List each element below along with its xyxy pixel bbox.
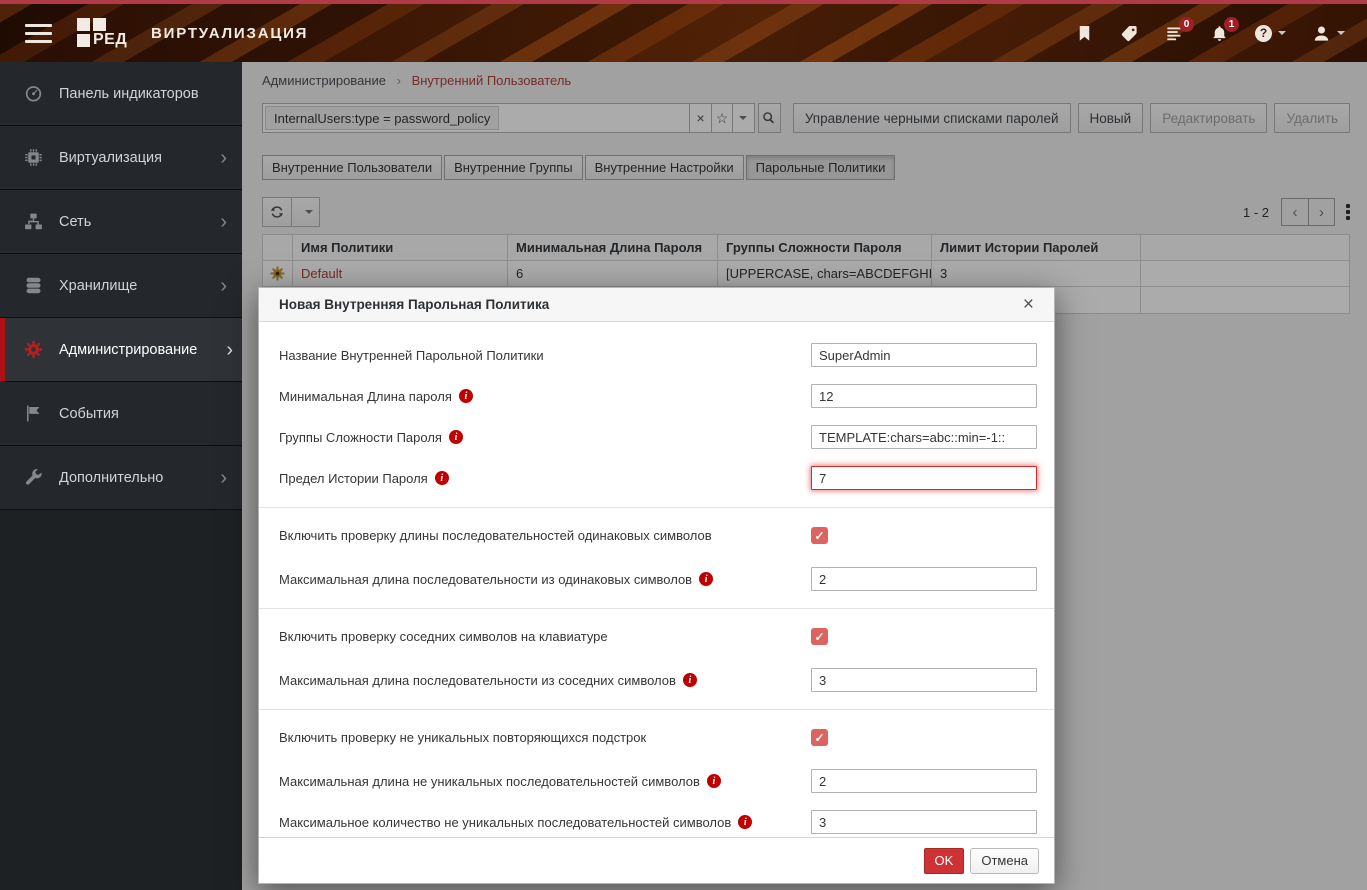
field-min-length: Минимальная Длина пароля i xyxy=(279,384,1037,408)
sidebar-item-label: Виртуализация xyxy=(59,149,163,166)
chevron-right-icon: › xyxy=(220,274,227,297)
info-icon: i xyxy=(434,471,449,485)
field-label: Включить проверку не уникальных повторяю… xyxy=(279,730,647,745)
info-icon: i xyxy=(738,815,753,829)
field-max-nonunique-count: Максимальное количество не уникальных по… xyxy=(279,810,1037,834)
gear-icon xyxy=(23,339,44,360)
max-nonunique-count-input[interactable] xyxy=(811,810,1037,834)
field-label: Максимальная длина последовательности из… xyxy=(279,571,693,587)
field-max-same-char-seq: Максимальная длина последовательности из… xyxy=(279,567,1037,591)
sidebar-item-dashboard[interactable]: Панель индикаторов xyxy=(0,62,242,126)
info-icon: i xyxy=(682,673,697,687)
alerts-badge: 1 xyxy=(1224,16,1239,32)
max-nonunique-length-input[interactable] xyxy=(811,769,1037,793)
substring-checkbox[interactable]: ✓ xyxy=(811,729,828,746)
cancel-button[interactable]: Отмена xyxy=(970,847,1039,874)
dialog-footer: OK Отмена xyxy=(259,837,1054,883)
close-icon[interactable]: × xyxy=(1023,295,1034,314)
dashboard-icon xyxy=(23,83,44,104)
field-label: Группы Сложности Пароля xyxy=(279,429,442,445)
policy-name-input[interactable] xyxy=(811,343,1037,367)
info-icon: i xyxy=(706,774,721,788)
complexity-groups-input[interactable] xyxy=(811,425,1037,449)
field-policy-name: Название Внутренней Парольной Политики xyxy=(279,343,1037,367)
network-icon xyxy=(23,211,44,232)
masthead: РЕД ВИРТУАЛИЗАЦИЯ 0 1 ? xyxy=(0,4,1367,62)
field-label: Включить проверку длины последовательнос… xyxy=(279,528,712,543)
field-history-limit: Предел Истории Пароля i xyxy=(279,466,1037,490)
max-adjacent-input[interactable] xyxy=(811,668,1037,692)
field-label: Предел Истории Пароля xyxy=(279,470,428,486)
dialog-header: Новая Внутренняя Парольная Политика × xyxy=(259,288,1054,322)
chevron-right-icon: › xyxy=(220,466,227,489)
adjacent-chars-checkbox[interactable]: ✓ xyxy=(811,628,828,645)
sidebar-item-administration[interactable]: Администрирование › xyxy=(0,318,242,382)
sidebar: Панель индикаторов Виртуализация › Сеть … xyxy=(0,62,242,890)
sidebar-item-label: Панель индикаторов xyxy=(59,85,199,102)
history-limit-input[interactable] xyxy=(811,466,1037,490)
sidebar-item-events[interactable]: События xyxy=(0,382,242,446)
info-icon: i xyxy=(699,572,714,586)
info-icon: i xyxy=(448,430,463,444)
bookmark-icon[interactable] xyxy=(1075,24,1094,43)
section-divider xyxy=(259,507,1054,508)
dialog-title: Новая Внутренняя Парольная Политика xyxy=(279,297,550,312)
chevron-right-icon: › xyxy=(220,210,227,233)
field-label: Включить проверку соседних символов на к… xyxy=(279,629,608,644)
field-label: Максимальная длина последовательности из… xyxy=(279,672,676,688)
field-label: Максимальная длина не уникальных последо… xyxy=(279,773,700,789)
sidebar-item-virtualization[interactable]: Виртуализация › xyxy=(0,126,242,190)
field-max-nonunique-length: Максимальная длина не уникальных последо… xyxy=(279,769,1037,793)
wrench-icon xyxy=(23,467,44,488)
sidebar-item-label: Дополнительно xyxy=(59,469,164,486)
storage-icon xyxy=(23,275,44,296)
alerts-bell-icon[interactable]: 1 xyxy=(1210,16,1239,43)
brand-logo: РЕД xyxy=(77,18,135,48)
flag-icon xyxy=(23,403,44,424)
field-enable-same-char-check: Включить проверку длины последовательнос… xyxy=(279,527,1034,544)
tasks-badge: 0 xyxy=(1179,16,1194,32)
sidebar-item-storage[interactable]: Хранилище › xyxy=(0,254,242,318)
field-complexity-groups: Группы Сложности Пароля i xyxy=(279,425,1037,449)
new-password-policy-dialog: Новая Внутренняя Парольная Политика × На… xyxy=(258,287,1055,884)
sidebar-item-advanced[interactable]: Дополнительно › xyxy=(0,446,242,510)
sidebar-item-label: Сеть xyxy=(59,213,92,230)
field-enable-adjacent-check: Включить проверку соседних символов на к… xyxy=(279,628,1034,645)
tags-icon[interactable] xyxy=(1120,24,1139,43)
dialog-body: Название Внутренней Парольной Политики М… xyxy=(259,322,1054,837)
chevron-down-icon xyxy=(1337,31,1345,35)
help-icon: ? xyxy=(1255,24,1272,42)
sidebar-item-label: События xyxy=(59,405,119,422)
section-divider xyxy=(259,709,1054,710)
menu-toggle-icon[interactable] xyxy=(25,19,52,48)
sidebar-item-network[interactable]: Сеть › xyxy=(0,190,242,254)
min-length-input[interactable] xyxy=(811,384,1037,408)
field-max-adjacent-seq: Максимальная длина последовательности из… xyxy=(279,668,1037,692)
ok-button[interactable]: OK xyxy=(923,847,965,874)
application-window: РЕД ВИРТУАЛИЗАЦИЯ 0 1 ? Панель индикатор… xyxy=(0,0,1367,890)
sidebar-item-label: Хранилище xyxy=(59,277,138,294)
same-char-checkbox[interactable]: ✓ xyxy=(811,527,828,544)
field-label: Название Внутренней Парольной Политики xyxy=(279,347,544,363)
user-menu[interactable] xyxy=(1312,24,1345,43)
info-icon: i xyxy=(458,389,473,403)
max-same-char-input[interactable] xyxy=(811,567,1037,591)
sidebar-item-label: Администрирование xyxy=(59,341,198,358)
brand-logo-text: РЕД xyxy=(93,31,128,48)
chevron-down-icon xyxy=(1278,31,1286,35)
section-divider xyxy=(259,608,1054,609)
product-name: ВИРТУАЛИЗАЦИЯ xyxy=(151,24,309,42)
chevron-right-icon: › xyxy=(220,146,227,169)
field-label: Максимальное количество не уникальных по… xyxy=(279,814,732,830)
virtualization-icon xyxy=(23,147,44,168)
tasks-icon[interactable]: 0 xyxy=(1165,16,1194,43)
help-menu[interactable]: ? xyxy=(1255,24,1286,42)
field-label: Минимальная Длина пароля xyxy=(279,388,452,404)
field-enable-substring-check: Включить проверку не уникальных повторяю… xyxy=(279,729,1034,746)
chevron-right-icon: › xyxy=(226,338,233,361)
